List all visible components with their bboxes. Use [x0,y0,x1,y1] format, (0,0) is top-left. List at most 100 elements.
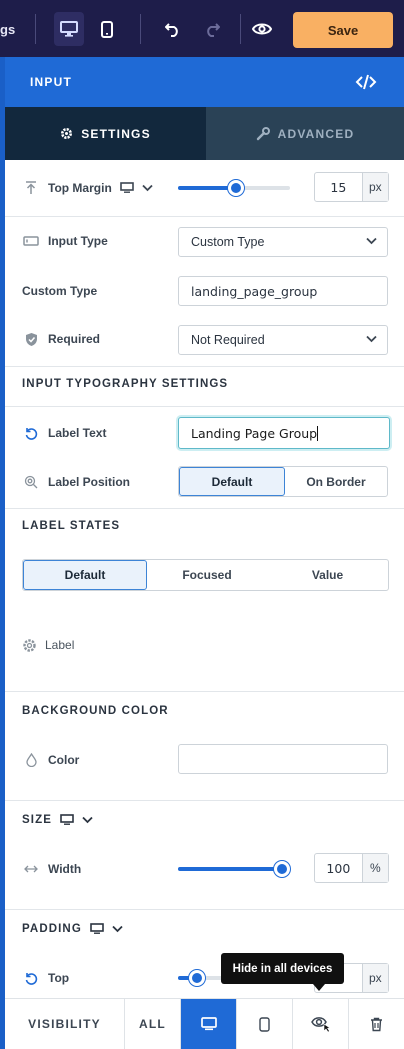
width-value[interactable]: 100 [315,854,362,882]
desktop-icon[interactable] [90,923,104,935]
top-margin-number[interactable]: 15 px [314,172,389,202]
tooltip-arrow [313,984,325,991]
custom-type-row: Custom Type [22,283,97,299]
label-states-toggle[interactable]: Default Focused Value [22,559,389,591]
toolbar-divider [35,14,36,44]
code-view-button[interactable] [355,71,377,93]
toolbar-divider [140,14,141,44]
redo-icon [207,23,220,37]
target-icon [24,475,38,489]
slider-handle[interactable] [228,180,244,196]
divider [5,508,404,509]
mobile-icon [259,1016,270,1032]
width-unit[interactable]: % [361,854,388,882]
required-select[interactable]: Not Required [178,325,388,355]
tab-settings-label: SETTINGS [81,126,151,141]
required-row: Required [22,331,100,347]
mobile-view-button[interactable] [92,12,122,46]
input-type-value: Custom Type [191,235,265,249]
chevron-down-icon[interactable] [112,925,123,933]
label-state-focused[interactable]: Focused [147,560,267,590]
background-section-title: BACKGROUND COLOR [22,705,169,717]
color-picker[interactable] [178,744,388,774]
typography-section-title: INPUT TYPOGRAPHY SETTINGS [22,378,229,390]
divider [5,366,404,367]
visibility-label: VISIBILITY [5,999,125,1049]
input-type-select[interactable]: Custom Type [178,227,388,257]
slider-handle[interactable] [274,861,290,877]
top-toolbar: gs Save [0,0,404,57]
eye-hidden-icon [310,1017,331,1033]
panel-header: INPUT [5,57,404,107]
top-margin-value[interactable]: 15 [315,173,362,201]
toolbar-divider [240,14,241,44]
droplet-icon [25,753,37,767]
top-margin-slider[interactable] [178,180,290,196]
top-margin-label: Top Margin [48,181,112,195]
arrows-horizontal-icon [24,865,38,873]
settings-tabs: SETTINGS ADVANCED [5,107,404,160]
chevron-down-icon [366,335,377,343]
desktop-icon[interactable] [60,814,74,826]
divider [5,909,404,910]
shield-icon [25,332,37,346]
width-label: Width [48,862,82,876]
chevron-down-icon[interactable] [142,184,153,192]
hide-all-devices-button[interactable] [293,999,349,1049]
reset-icon[interactable] [24,971,38,985]
width-row: Width [22,861,81,877]
label-position-toggle[interactable]: Default On Border [178,466,388,497]
label-state-value[interactable]: Value [267,560,388,590]
chevron-down-icon [366,237,377,245]
tab-settings[interactable]: SETTINGS [5,107,206,160]
breadcrumb[interactable]: gs [0,22,15,37]
save-button[interactable]: Save [293,12,393,48]
padding-top-label: Top [48,971,70,985]
label-states-section-title: LABEL STATES [22,520,121,532]
delete-button[interactable] [349,999,404,1049]
desktop-icon[interactable] [119,182,134,194]
tab-advanced-label: ADVANCED [277,126,355,141]
code-icon [355,74,377,90]
size-title: SIZE [22,814,52,826]
padding-title: PADDING [22,923,82,935]
divider [5,800,404,801]
eye-icon [252,23,272,35]
label-position-on-border[interactable]: On Border [285,467,387,496]
label-state-default[interactable]: Default [23,560,147,590]
wrench-icon [256,126,270,140]
width-number[interactable]: 100 % [314,853,389,883]
label-text-input[interactable]: Landing Page Group [178,417,390,449]
input-type-label: Input Type [48,234,108,248]
reset-icon[interactable] [24,426,38,440]
padding-top-unit[interactable]: px [361,964,388,992]
trash-icon [371,1017,382,1031]
undo-button[interactable] [158,12,188,46]
desktop-view-button[interactable] [54,12,84,46]
tab-advanced[interactable]: ADVANCED [206,107,404,160]
label-position-default[interactable]: Default [179,467,285,496]
undo-icon [165,23,178,37]
required-label: Required [48,332,101,346]
visibility-all-button[interactable]: ALL [125,999,181,1049]
visibility-desktop-button[interactable] [181,999,237,1049]
size-section-title: SIZE [22,814,93,826]
custom-type-input[interactable]: landing_page_group [178,276,388,306]
width-slider[interactable] [178,861,290,877]
label-text-row: Label Text [22,425,106,441]
text-caret [317,425,319,441]
visibility-bar: VISIBILITY ALL [5,998,404,1049]
desktop-icon [200,1017,217,1031]
divider [5,216,404,217]
gear-icon [61,128,73,139]
label-settings-item[interactable]: Label [22,637,74,653]
redo-button[interactable] [197,12,227,46]
preview-button[interactable] [247,12,277,46]
padding-section-title: PADDING [22,923,123,935]
slider-handle[interactable] [189,970,205,986]
chevron-down-icon[interactable] [82,816,93,824]
visibility-mobile-button[interactable] [237,999,293,1049]
top-margin-unit[interactable]: px [361,173,388,201]
input-type-row: Input Type [22,233,108,249]
tooltip-text: Hide in all devices [232,962,333,975]
